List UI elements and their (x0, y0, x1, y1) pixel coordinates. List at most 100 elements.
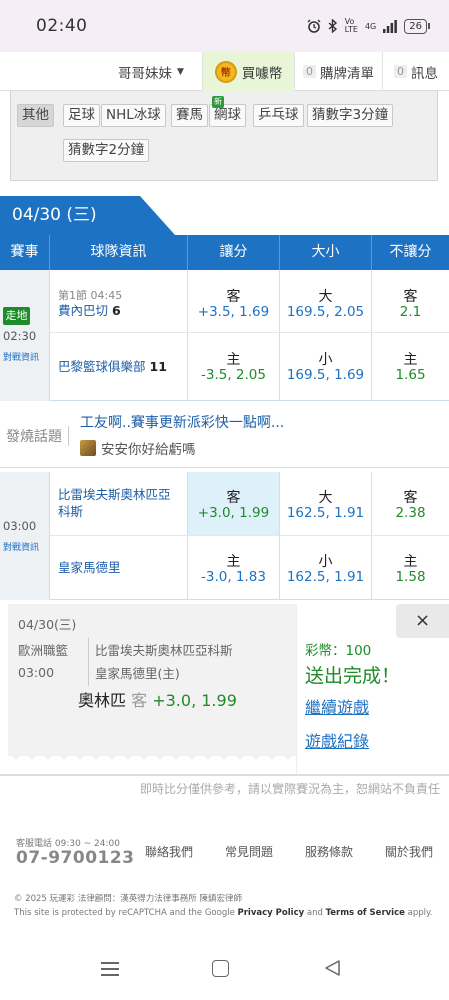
hot-topic-bar[interactable]: 發燒話題 工友啊..賽事更新派彩快一點啊... 安安你好給虧嗎 (0, 402, 449, 468)
category-other[interactable]: 其他 (17, 104, 54, 127)
date-tab: 04/30 (三) (0, 196, 175, 235)
category-soccer[interactable]: 足球 (63, 104, 100, 127)
game-time: 02:30 (3, 329, 37, 343)
coin-icon: 幣 (214, 60, 237, 83)
home-team-cell[interactable]: 巴黎籃球俱樂部 11 (50, 333, 188, 401)
home-icon[interactable] (212, 960, 229, 977)
submit-success-text: 送出完成！ (305, 665, 401, 687)
user-menu[interactable]: 哥哥妹妹 ▼ (100, 52, 202, 91)
user-name: 哥哥妹妹 (118, 65, 173, 82)
ticket-league: 歐洲職籃 (18, 643, 69, 658)
odd-value: 169.5, 1.69 (286, 367, 365, 383)
customer-service-phone[interactable]: 07-9700123 (16, 848, 135, 868)
home-total-odds[interactable]: 小 169.5, 1.69 (280, 333, 372, 401)
odd-side: 客 (226, 490, 241, 506)
coin-balance: 彩幣：100 (305, 643, 372, 659)
messages-label: 訊息 (411, 65, 438, 82)
away-team-name: 比雷埃夫斯奧林匹亞科斯 (58, 487, 171, 519)
odd-side: 客 (403, 289, 418, 305)
battle-info-link[interactable]: 對戰資訊 (3, 350, 39, 363)
hot-topic-subtitle[interactable]: 安安你好給虧嗎 (80, 438, 196, 458)
away-total-odds[interactable]: 大 162.5, 1.91 (280, 472, 372, 536)
category-guess-3min[interactable]: 猜數字3分鐘 (307, 104, 394, 127)
home-total-odds[interactable]: 小 162.5, 1.91 (280, 536, 372, 600)
header-event: 賽事 (0, 235, 50, 270)
game-history-link[interactable]: 遊戲紀錄 (305, 728, 369, 752)
coin-label: 買噱幣 (241, 65, 283, 82)
home-team: 巴黎籃球俱樂部 11 (58, 358, 167, 375)
category-horse-racing[interactable]: 賽馬 (171, 104, 208, 127)
away-spread-odds[interactable]: 客 +3.0, 1.99 (188, 472, 280, 536)
away-spread-odds[interactable]: 客 +3.5, 1.69 (188, 270, 280, 333)
home-spread-odds[interactable]: 主 -3.0, 1.83 (188, 536, 280, 600)
away-team-cell[interactable]: 比雷埃夫斯奧林匹亞科斯 (50, 472, 188, 536)
pick-side: 客 (131, 691, 148, 710)
recaptcha-text: This site is protected by reCAPTCHA and … (14, 908, 238, 918)
recent-apps-icon[interactable] (101, 962, 119, 976)
header-team-info: 球隊資訊 (50, 235, 188, 270)
success-panel: × 彩幣：100 送出完成！ 繼續遊戲 遊戲紀錄 (296, 604, 449, 774)
close-button[interactable]: × (396, 604, 449, 638)
away-team-cell[interactable]: 第1節 04:45 費內巴切 6 (50, 270, 188, 333)
volte-icon: Vo LTE (344, 17, 358, 34)
home-spread-odds[interactable]: 主 -3.5, 2.05 (188, 333, 280, 401)
odd-value: -3.0, 1.83 (201, 569, 266, 585)
privacy-policy-link[interactable]: Privacy Policy (238, 908, 305, 918)
hot-topic-subtitle-text: 安安你好給虧嗎 (101, 442, 196, 458)
home-team-name: 皇家馬德里 (58, 560, 121, 575)
odd-side: 主 (403, 554, 418, 570)
cart-count-badge: 0 (303, 65, 316, 78)
footer-link-contact[interactable]: 聯絡我們 (145, 843, 193, 860)
category-table-tennis[interactable]: 乒乓球 (253, 104, 304, 127)
ticket-divider (88, 638, 89, 686)
category-filter: 其他 足球 NHL冰球 賽馬 新 網球 乒乓球 猜數字3分鐘 猜數字2分鐘 (10, 91, 438, 181)
category-guess-2min[interactable]: 猜數字2分鐘 (63, 139, 150, 162)
ticket-date: 04/30(三) (18, 617, 77, 632)
game-time-cell: 走地 02:30 對戰資訊 (0, 270, 50, 401)
footer-link-faq[interactable]: 常見問題 (225, 843, 273, 860)
category-nhl[interactable]: NHL冰球 (101, 104, 166, 127)
away-moneyline-odds[interactable]: 客 2.38 (372, 472, 449, 536)
odd-side: 客 (226, 289, 241, 305)
cart-button[interactable]: 0 購牌清單 (294, 52, 382, 91)
away-score: 6 (112, 303, 121, 318)
away-total-odds[interactable]: 大 169.5, 2.05 (280, 270, 372, 333)
odd-side: 主 (226, 554, 241, 570)
recaptcha-apply: apply. (404, 908, 433, 918)
footer-link-terms[interactable]: 服務條款 (305, 843, 353, 860)
date-header: 04/30 (三) (0, 196, 449, 235)
category-tennis[interactable]: 新 網球 (209, 96, 246, 127)
odd-value: 2.38 (395, 505, 426, 521)
home-moneyline-odds[interactable]: 主 1.58 (372, 536, 449, 600)
odd-side: 小 (318, 352, 333, 368)
hot-topic-title[interactable]: 工友啊..賽事更新派彩快一點啊... (80, 412, 284, 432)
top-nav: 哥哥妹妹 ▼ 幣 買噱幣 0 購牌清單 0 訊息 (0, 52, 449, 91)
avatar (80, 440, 96, 456)
continue-game-link[interactable]: 繼續遊戲 (305, 694, 369, 718)
home-team-cell[interactable]: 皇家馬德里 (50, 536, 188, 600)
hot-topic-label: 發燒話題 (6, 426, 69, 446)
odd-value: -3.5, 2.05 (201, 367, 266, 383)
back-icon[interactable] (323, 959, 341, 977)
signal-icon (383, 19, 398, 33)
coin-button[interactable]: 幣 買噱幣 (202, 52, 294, 91)
odd-value: +3.0, 1.99 (197, 505, 270, 521)
game-time-cell: 03:00 對戰資訊 (0, 472, 50, 600)
terms-of-service-link[interactable]: Terms of Service (326, 908, 405, 918)
home-moneyline-odds[interactable]: 主 1.65 (372, 333, 449, 401)
footer-link-about[interactable]: 關於我們 (385, 843, 433, 860)
header-total: 大小 (280, 235, 372, 270)
ticket-team2: 皇家馬德里(主) (95, 666, 180, 681)
recaptcha-and: and (304, 908, 326, 918)
messages-button[interactable]: 0 訊息 (382, 52, 449, 91)
home-team-name: 巴黎籃球俱樂部 (58, 359, 146, 374)
odd-value: 169.5, 2.05 (286, 304, 365, 320)
away-moneyline-odds[interactable]: 客 2.1 (372, 270, 449, 333)
divider (0, 774, 449, 776)
battle-info-link[interactable]: 對戰資訊 (3, 540, 39, 553)
game-time: 03:00 (3, 519, 37, 533)
odd-side: 大 (318, 490, 333, 506)
copyright: © 2025 玩運彩 法律顧問：漢英得力法律事務所 陳鎮宏律師 (14, 894, 242, 904)
ticket-team1: 比雷埃夫斯奧林匹亞科斯 (95, 643, 233, 658)
odd-side: 客 (403, 490, 418, 506)
